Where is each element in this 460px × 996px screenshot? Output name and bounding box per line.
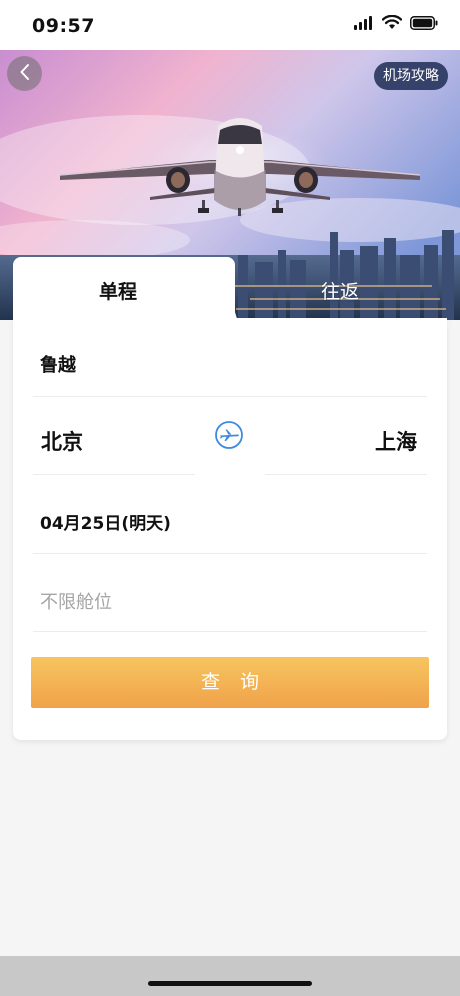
wifi-icon bbox=[382, 15, 402, 30]
cabin-select[interactable]: 不限舱位 bbox=[40, 588, 112, 614]
home-indicator[interactable] bbox=[148, 981, 312, 986]
search-button[interactable]: 查询 bbox=[31, 657, 429, 708]
tab-roundtrip[interactable]: 往返 bbox=[260, 277, 420, 304]
divider bbox=[265, 474, 427, 475]
signal-icon bbox=[354, 15, 374, 30]
tab-oneway[interactable]: 单程 bbox=[13, 257, 235, 322]
divider bbox=[33, 553, 427, 554]
departure-city[interactable]: 北京 bbox=[41, 426, 83, 456]
airplane-icon bbox=[214, 421, 244, 454]
home-bar-area bbox=[0, 956, 460, 996]
divider bbox=[33, 474, 195, 475]
date-field[interactable]: 04月25日(明天) bbox=[40, 509, 171, 534]
divider bbox=[33, 396, 427, 397]
battery-icon bbox=[410, 15, 438, 30]
status-bar: 09:57 bbox=[0, 0, 460, 50]
tab-oneway-label: 单程 bbox=[98, 281, 137, 303]
back-button[interactable] bbox=[7, 56, 42, 91]
status-icons bbox=[354, 15, 438, 30]
flight-search-card: 鲁越 北京 上海 04月25日(明天) 不限舱位 查询 bbox=[13, 318, 447, 740]
arrival-city[interactable]: 上海 bbox=[375, 426, 417, 456]
chevron-left-icon bbox=[19, 63, 31, 85]
airport-guide-button[interactable]: 机场攻略 bbox=[374, 62, 448, 90]
status-time: 09:57 bbox=[32, 15, 95, 37]
passenger-name[interactable]: 鲁越 bbox=[40, 351, 76, 377]
swap-cities-button[interactable] bbox=[214, 420, 244, 450]
divider bbox=[33, 631, 427, 632]
